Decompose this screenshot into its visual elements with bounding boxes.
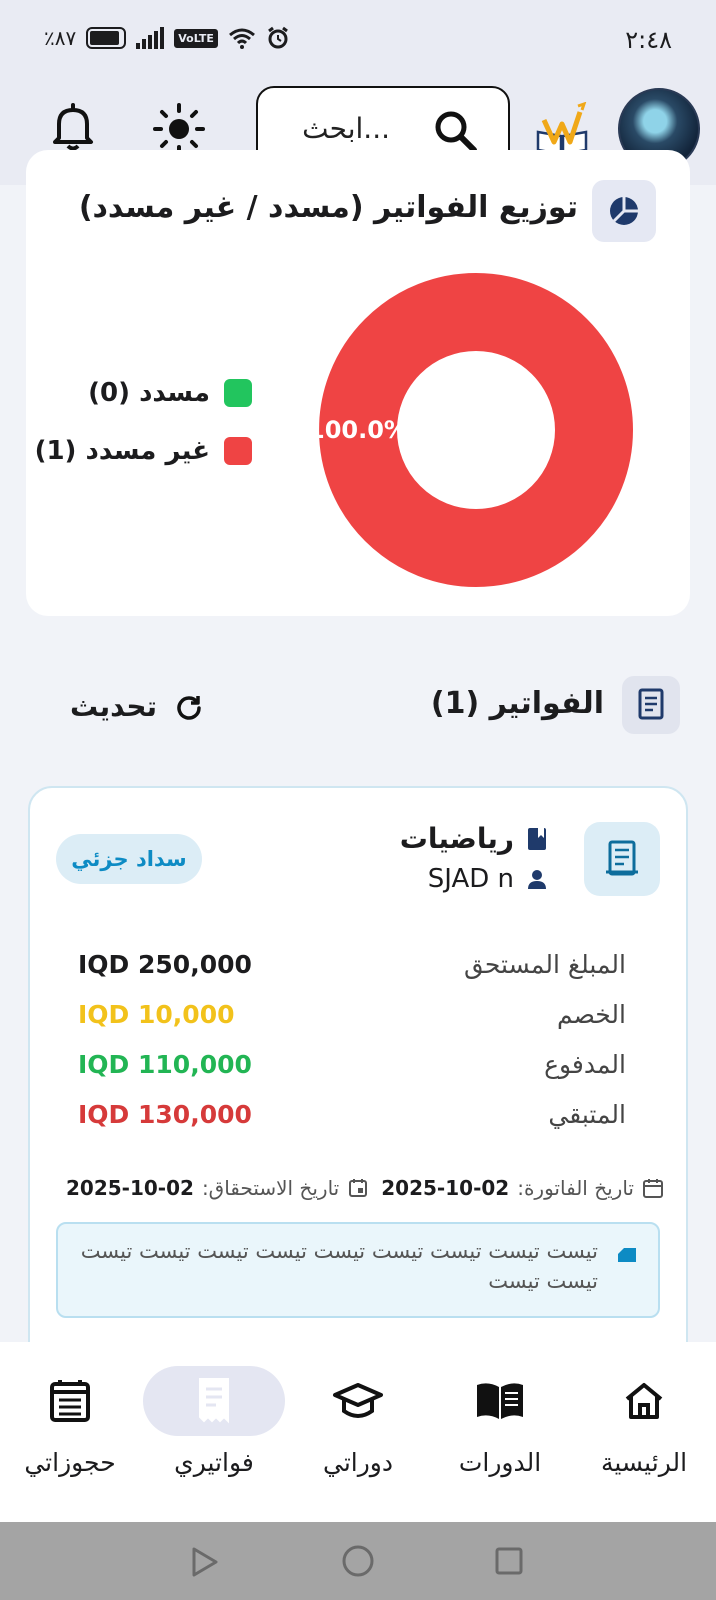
invoice-dates: تاريخ الفاتورة: 2025-10-02 تاريخ الاستحق… xyxy=(66,1176,664,1200)
graduation-cap-icon xyxy=(333,1383,383,1418)
nav-pill-active xyxy=(143,1366,285,1436)
alarm-icon xyxy=(268,26,288,49)
back-triangle-icon[interactable] xyxy=(190,1546,220,1578)
course-name: رياضيات xyxy=(399,822,514,855)
note-icon xyxy=(618,1248,636,1262)
amount-due-value: IQD 250,000 xyxy=(78,950,252,979)
chart-header-icon-box xyxy=(592,180,656,242)
pie-chart-icon xyxy=(610,197,638,225)
note-box: تيست تيست تيست تيست تيست تيست تيست تيست … xyxy=(56,1222,660,1318)
invoices-header-icon-box xyxy=(622,676,680,734)
legend-swatch-red xyxy=(224,437,252,465)
clock: ٢:٤٨ xyxy=(625,26,672,54)
nav-pill xyxy=(573,1366,715,1436)
refresh-icon xyxy=(177,695,201,720)
calendar-list-icon xyxy=(50,1380,90,1422)
receipt-icon xyxy=(199,1378,229,1424)
volte-badge: VoLTE xyxy=(174,28,218,48)
search-icon[interactable] xyxy=(432,108,478,154)
donut-slice-label: 100.0% xyxy=(316,416,408,444)
nav-label: فواتيري xyxy=(174,1448,254,1477)
legend-item-unpaid: غير مسدد (1) xyxy=(35,436,252,466)
notifications-bell-icon[interactable] xyxy=(50,102,96,152)
due-date-label: تاريخ الاستحقاق: xyxy=(201,1176,340,1200)
nav-courses[interactable]: الدورات xyxy=(430,1366,570,1506)
paid-label: المدفوع xyxy=(544,1050,626,1079)
nav-pill xyxy=(429,1366,571,1436)
student-line: SJAD n xyxy=(428,864,548,894)
signal-icon xyxy=(136,27,165,49)
nav-pill xyxy=(287,1366,429,1436)
refresh-button[interactable]: تحديث xyxy=(70,690,203,723)
paid-value: IQD 110,000 xyxy=(78,1050,252,1079)
nav-my-courses[interactable]: دوراتي xyxy=(288,1366,428,1506)
nav-home[interactable]: الرئيسية xyxy=(574,1366,714,1506)
discount-value: IQD 10,000 xyxy=(78,1000,235,1029)
search-input[interactable]: ابحث... xyxy=(302,112,390,145)
battery-percentage: ٪٨٧ xyxy=(44,26,77,50)
nav-my-bookings[interactable]: حجوزاتي xyxy=(0,1366,140,1506)
nav-label: حجوزاتي xyxy=(24,1448,116,1477)
battery-icon xyxy=(86,27,127,49)
invoice-card-icon-box xyxy=(584,822,660,896)
calendar-icon xyxy=(643,1179,663,1198)
legend-label: غير مسدد (1) xyxy=(34,436,210,466)
receipt-icon xyxy=(606,840,638,876)
remaining-label: المتبقي xyxy=(548,1100,626,1129)
chart-title: توزيع الفواتير (مسدد / غير مسدد) xyxy=(78,190,578,225)
status-badge: سداد جزئي xyxy=(56,834,202,884)
legend-swatch-green xyxy=(224,379,252,407)
amount-due-label: المبلغ المستحق xyxy=(464,950,626,979)
invoices-title: الفواتير (1) xyxy=(430,686,604,721)
book-icon xyxy=(528,827,546,850)
nav-pill xyxy=(0,1366,141,1436)
invoice-date-value: 2025-10-02 xyxy=(381,1176,510,1200)
legend-label: مسدد (0) xyxy=(88,378,210,408)
invoice-date: تاريخ الفاتورة: 2025-10-02 xyxy=(381,1176,664,1200)
discount-label: الخصم xyxy=(556,1000,626,1029)
nav-label: دوراتي xyxy=(322,1448,394,1477)
home-circle-icon[interactable] xyxy=(341,1544,375,1578)
wifi-icon xyxy=(228,28,255,49)
book-icon xyxy=(477,1383,523,1419)
system-navigation-bar xyxy=(0,1522,716,1600)
app-logo xyxy=(536,102,588,156)
nav-my-invoices[interactable]: فواتيري xyxy=(143,1366,285,1506)
invoice-date-label: تاريخ الفاتورة: xyxy=(517,1176,634,1200)
student-name: SJAD n xyxy=(427,864,514,894)
status-indicators: ٪٨٧ VoLTE xyxy=(44,26,290,50)
due-date: تاريخ الاستحقاق: 2025-10-02 xyxy=(66,1176,369,1200)
nav-label: الدورات xyxy=(458,1448,542,1477)
person-icon xyxy=(528,870,546,889)
course-line: رياضيات xyxy=(400,822,548,855)
calendar-event-icon xyxy=(349,1179,368,1197)
invoice-donut-chart: 100.0% xyxy=(316,273,633,587)
due-date-value: 2025-10-02 xyxy=(66,1176,194,1200)
theme-toggle-sun-icon[interactable] xyxy=(152,102,206,156)
note-text: تيست تيست تيست تيست تيست تيست تيست تيست … xyxy=(80,1239,598,1293)
bottom-navigation: الرئيسية الدورات دوراتي فواتيري حجوزاتي xyxy=(0,1342,716,1522)
nav-label: الرئيسية xyxy=(600,1448,688,1477)
remaining-value: IQD 130,000 xyxy=(78,1100,252,1129)
legend-item-paid: مسدد (0) xyxy=(88,378,252,408)
refresh-label: تحديث xyxy=(70,690,158,723)
receipt-icon xyxy=(638,688,664,720)
recents-square-icon[interactable] xyxy=(494,1546,524,1576)
home-icon xyxy=(625,1383,663,1419)
status-bar: ٪٨٧ VoLTE ٢:٤٨ xyxy=(0,0,716,80)
